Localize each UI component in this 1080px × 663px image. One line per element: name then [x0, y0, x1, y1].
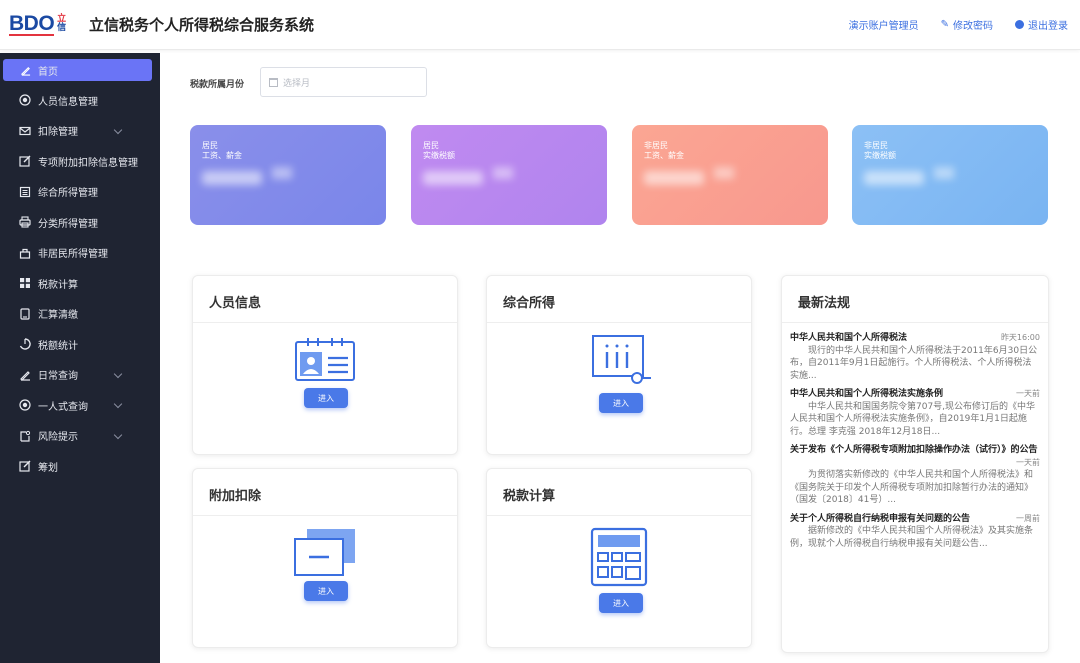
regulation-item[interactable]: 中华人民共和国个人所得税法实施条例 一天前 中华人民共和国国务院令第707号,现公… — [790, 388, 1040, 438]
stat-card-resident-tax: 居民 实缴税额 — [411, 125, 607, 225]
stat-card-nonresident-tax: 非居民 实缴税额 — [852, 125, 1048, 225]
sidebar-item-risk-alert[interactable]: 风险提示 — [0, 421, 160, 452]
enter-deduction-button[interactable]: 进入 — [304, 581, 348, 601]
enter-comprehensive-button[interactable]: 进入 — [599, 393, 643, 413]
enter-personnel-button[interactable]: 进入 — [304, 388, 348, 408]
month-filter-label: 税款所属月份 — [190, 80, 245, 90]
sidebar-item-special-deduction[interactable]: 专项附加扣除信息管理 — [0, 146, 160, 177]
logo-text: BDO — [9, 12, 55, 36]
sidebar-item-personnel[interactable]: 人员信息管理 — [0, 85, 160, 116]
grid-icon — [19, 277, 31, 289]
person-icon — [19, 94, 31, 106]
tablet-icon — [19, 308, 31, 320]
module-card-deduction: 附加扣除 进入 — [192, 468, 458, 648]
sidebar-item-daily-query[interactable]: 日常查询 — [0, 360, 160, 391]
calculator-icon — [590, 527, 648, 587]
logout-link[interactable]: 退出登录 — [1015, 17, 1068, 32]
current-user[interactable]: 演示账户管理员 — [849, 17, 919, 32]
document-search-icon — [592, 335, 651, 384]
chevron-down-icon — [113, 400, 123, 409]
month-picker[interactable]: 选择月 — [260, 67, 427, 97]
sidebar-item-classified[interactable]: 分类所得管理 — [0, 207, 160, 238]
mail-icon — [19, 125, 31, 137]
module-card-tax-calc: 税款计算 进入 — [486, 468, 752, 648]
bdo-logo[interactable]: BDO 立 信 — [9, 12, 66, 36]
stat-card-resident-salary: 居民 工资、薪金 — [190, 125, 386, 225]
logout-icon — [1015, 20, 1024, 29]
regulation-item[interactable]: 关于个人所得税自行纳税申报有关问题的公告 一周前 据新修改的《中华人民共和国个人所… — [790, 513, 1040, 551]
pen-icon — [19, 369, 31, 381]
logo-cn: 立 信 — [57, 14, 67, 33]
layers-minus-icon — [294, 529, 355, 576]
sidebar-item-settlement[interactable]: 汇算清缴 — [0, 299, 160, 330]
target-icon — [19, 399, 31, 411]
calendar-icon — [19, 186, 31, 198]
stat-card-nonresident-salary: 非居民 工资、薪金 — [632, 125, 828, 225]
top-header: BDO 立 信 立信税务个人所得税综合服务系统 演示账户管理员 ✎ 修改密码 退… — [0, 0, 1080, 50]
change-password-link[interactable]: ✎ 修改密码 — [941, 17, 993, 32]
bag-icon — [19, 247, 31, 259]
sidebar-item-comprehensive[interactable]: 综合所得管理 — [0, 177, 160, 208]
home-icon — [19, 64, 31, 76]
main-content: 税款所属月份 选择月 居民 工资、薪金 居民 实缴税额 非居民 工资、薪金 非居… — [160, 53, 1080, 663]
regulation-item[interactable]: 中华人民共和国个人所得税法 昨天16:00 现行的中华人民共和国个人所得税法于20… — [790, 332, 1040, 382]
sidebar-item-tax-stats[interactable]: 税额统计 — [0, 329, 160, 360]
sidebar-item-deduction[interactable]: 扣除管理 — [0, 116, 160, 147]
sidebar-item-planning[interactable]: 筹划 — [0, 451, 160, 482]
latest-regulations-panel: 最新法规 中华人民共和国个人所得税法 昨天16:00 现行的中华人民共和国个人所得… — [781, 275, 1049, 653]
sidebar: 首页 人员信息管理 扣除管理 专项附加扣除信息管理 综合所得管理 分类所得管理 … — [0, 53, 160, 663]
sidebar-item-home[interactable]: 首页 — [3, 59, 152, 81]
sidebar-item-nonresident[interactable]: 非居民所得管理 — [0, 238, 160, 269]
stats-icon — [19, 338, 31, 350]
chevron-down-icon — [113, 369, 123, 378]
pen-icon: ✎ — [940, 19, 949, 30]
module-title: 人员信息 — [209, 296, 262, 311]
edit-icon — [19, 155, 31, 167]
module-title: 税款计算 — [503, 489, 556, 504]
module-card-comprehensive: 综合所得 进入 — [486, 275, 752, 455]
id-card-icon — [295, 338, 355, 381]
alert-icon — [19, 430, 31, 442]
module-title: 附加扣除 — [209, 489, 262, 504]
regulation-item[interactable]: 关于发布《个人所得税专项附加扣除操作办法（试行）》的公告 一天前 为贯彻落实新修… — [790, 444, 1040, 507]
chevron-down-icon — [113, 125, 123, 134]
module-title: 综合所得 — [503, 296, 556, 311]
sidebar-item-one-stop-query[interactable]: 一人式查询 — [0, 390, 160, 421]
printer-icon — [19, 216, 31, 228]
panel-title: 最新法规 — [798, 296, 851, 311]
app-title: 立信税务个人所得税综合服务系统 — [89, 16, 315, 34]
chevron-down-icon — [113, 430, 123, 439]
module-card-personnel: 人员信息 进入 — [192, 275, 458, 455]
sidebar-item-tax-calc[interactable]: 税款计算 — [0, 268, 160, 299]
plan-icon — [19, 460, 31, 472]
calendar-icon — [269, 77, 278, 87]
enter-tax-calc-button[interactable]: 进入 — [599, 593, 643, 613]
